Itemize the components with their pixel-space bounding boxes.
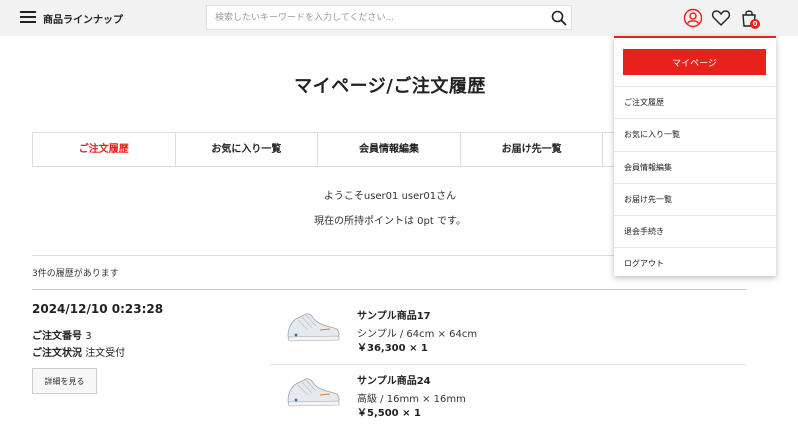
- history-count: 3件の履歴があります: [32, 269, 119, 279]
- order-status: ご注文状況 注文受付: [32, 344, 125, 359]
- cart-count-badge: 0: [750, 19, 760, 29]
- order-number-label: ご注文番号: [32, 331, 82, 342]
- search-box: [206, 5, 572, 30]
- tab-member-info[interactable]: 会員情報編集: [318, 133, 461, 166]
- account-menu-list: ご注文履歴 お気に入り一覧 会員情報編集 お届け先一覧 退会手続き ログアウト: [614, 86, 776, 280]
- divider: [32, 289, 747, 290]
- menu-item-logout[interactable]: ログアウト: [614, 247, 776, 279]
- order-number-value: 3: [85, 331, 92, 342]
- view-details-button[interactable]: 詳細を見る: [32, 368, 97, 394]
- tab-favorites[interactable]: お気に入り一覧: [176, 133, 319, 166]
- menu-item-favorites[interactable]: お気に入り一覧: [614, 118, 776, 150]
- menu-item-member-info[interactable]: 会員情報編集: [614, 150, 776, 183]
- sneaker-image[interactable]: [284, 306, 342, 346]
- order-item: サンプル商品24 高級 / 16mm × 16mm ￥5,500 × 1: [270, 365, 747, 429]
- sneaker-image[interactable]: [284, 371, 342, 411]
- mypage-button[interactable]: マイページ: [623, 49, 766, 75]
- account-dropdown-menu: マイページ ご注文履歴 お気に入り一覧 会員情報編集 お届け先一覧 退会手続き …: [614, 36, 776, 276]
- order-date: 2024/12/10 0:23:28: [32, 302, 164, 316]
- hamburger-icon[interactable]: [20, 11, 36, 24]
- heart-icon[interactable]: [711, 8, 731, 28]
- item-price: ￥36,300 × 1: [357, 343, 428, 354]
- search-input[interactable]: [215, 9, 545, 27]
- tab-delivery-addresses[interactable]: お届け先一覧: [461, 133, 604, 166]
- order-number: ご注文番号 3: [32, 327, 92, 342]
- item-variant: 高級 / 16mm × 16mm: [357, 394, 466, 405]
- menu-item-withdraw[interactable]: 退会手続き: [614, 215, 776, 247]
- order-status-value: 注文受付: [85, 348, 126, 359]
- user-icon[interactable]: [683, 8, 703, 28]
- search-icon[interactable]: [551, 10, 567, 26]
- item-variant: シンプル / 64cm × 64cm: [357, 329, 478, 340]
- order-item: サンプル商品17 シンプル / 64cm × 64cm ￥36,300 × 1: [270, 300, 747, 364]
- tab-order-history[interactable]: ご注文履歴: [33, 133, 176, 166]
- order-status-label: ご注文状況: [32, 348, 82, 359]
- item-price: ￥5,500 × 1: [357, 408, 421, 419]
- site-header: 商品ラインナップ 0: [0, 0, 798, 36]
- product-lineup-link[interactable]: 商品ラインナップ: [43, 11, 123, 26]
- menu-item-delivery-addresses[interactable]: お届け先一覧: [614, 182, 776, 215]
- item-name[interactable]: サンプル商品17: [357, 307, 431, 322]
- item-name[interactable]: サンプル商品24: [357, 372, 431, 387]
- menu-item-order-history[interactable]: ご注文履歴: [614, 86, 776, 118]
